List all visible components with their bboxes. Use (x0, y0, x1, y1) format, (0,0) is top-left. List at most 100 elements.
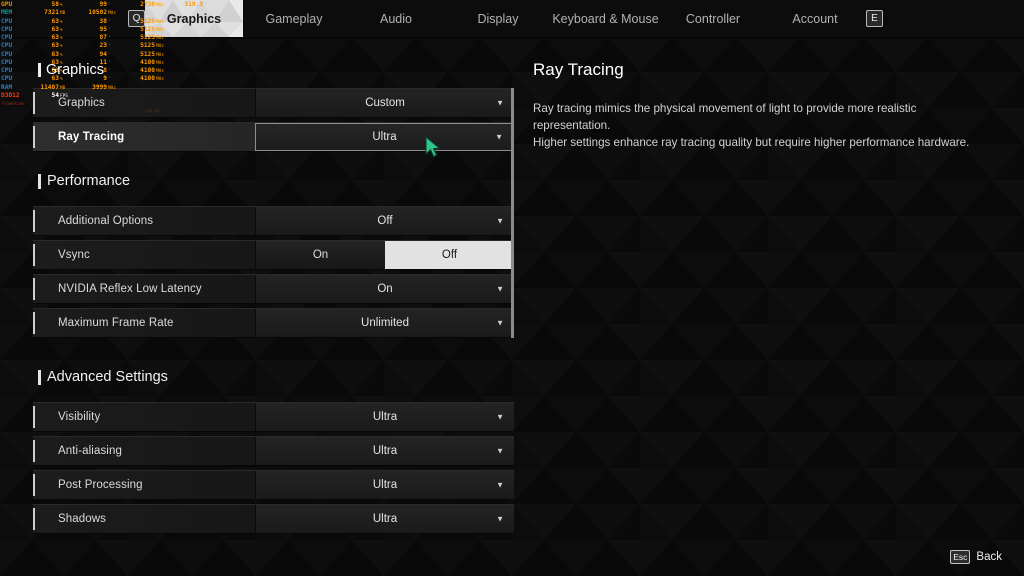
setting-row-visibility[interactable]: Visibility Ultra ▼ (33, 402, 514, 432)
stats-value-1: 63 (51, 25, 59, 33)
setting-value-post-processing[interactable]: Ultra ▼ (255, 471, 514, 499)
faint-artifact-text: ▮▮▮ ▮▮ (145, 108, 161, 113)
stats-value-2: 23 (99, 42, 107, 50)
stats-unit-3: MHz (156, 69, 164, 74)
stats-row: CPU 63% 23 ' 5125 MHz (1, 42, 215, 50)
group-title-advanced-settings: Advanced Settings (47, 369, 168, 385)
stats-value-4: 319.3 (184, 1, 203, 8)
mouse-cursor-icon (425, 135, 443, 165)
stats-fps-api: D3D12 (1, 91, 20, 99)
stats-unit-1: MB (60, 85, 66, 91)
next-tab-key-e[interactable]: E (866, 10, 883, 27)
row-accent (33, 440, 35, 462)
setting-label-ray-tracing: Ray Tracing (58, 131, 125, 143)
tab-list: Graphics Gameplay Audio Display Keyboard… (145, 0, 866, 37)
setting-row-anti-aliasing[interactable]: Anti-aliasing Ultra ▼ (33, 436, 514, 466)
stats-row-name: CPU (1, 34, 13, 41)
setting-value-maximum-frame-rate[interactable]: Unlimited ▼ (255, 309, 514, 337)
stats-unit-3: MHz (156, 27, 164, 33)
group-title-performance: Performance (47, 173, 131, 189)
stats-unit-1: % (60, 44, 63, 50)
setting-value-visibility[interactable]: Ultra ▼ (255, 403, 514, 431)
vsync-option-off[interactable]: Off (385, 241, 514, 269)
stats-value-1: 63 (51, 34, 59, 41)
group-title-graphics: Graphics (46, 62, 105, 78)
stats-value-1: 63 (51, 42, 59, 50)
setting-row-shadows[interactable]: Shadows Ultra ▼ (33, 504, 514, 534)
stats-row-name: CPU (1, 75, 13, 83)
setting-row-additional-options[interactable]: Additional Options Off ▼ (33, 206, 514, 236)
tab-gameplay-label: Gameplay (265, 11, 323, 26)
row-accent (33, 126, 35, 148)
stats-frametime-label: Frametime (2, 101, 25, 106)
stats-unit-2: ' (108, 3, 111, 8)
chevron-down-icon: ▼ (496, 412, 504, 422)
stats-unit-1: % (60, 52, 63, 58)
tab-keyboard-mouse-label: Keyboard & Mouse (552, 11, 659, 26)
stats-row: CPU 63% 87 ' 5125 MHz (1, 34, 215, 42)
stats-row: RAM 11407 MB 3999 MHz (1, 84, 215, 92)
stats-unit-2: ' (108, 36, 111, 41)
setting-value-ray-tracing[interactable]: Ultra ▼ (255, 123, 514, 151)
stats-value-2: 38 (99, 17, 107, 25)
setting-value-visibility-text: Ultra (372, 411, 398, 423)
stats-unit-3: MHz (156, 3, 164, 8)
stats-unit-3: MHz (156, 52, 164, 58)
tab-audio-label: Audio (380, 11, 412, 26)
tab-account[interactable]: Account (764, 0, 866, 37)
back-hint[interactable]: Esc Back (950, 550, 1002, 564)
vsync-option-on[interactable]: On (256, 241, 385, 269)
chevron-down-icon: ▼ (496, 216, 504, 226)
stats-value-1: 7321 (44, 9, 59, 17)
setting-value-nvidia-reflex-low-latency[interactable]: On ▼ (255, 275, 514, 303)
description-body: Ray tracing mimics the physical movement… (533, 102, 970, 149)
stats-row: MEM 7321 MB 10502 MHz (1, 9, 215, 17)
chevron-down-icon: ▼ (496, 480, 504, 490)
stats-fps-value: 54 (51, 91, 59, 99)
stats-row-name: CPU (1, 17, 13, 25)
stats-unit-2: ' (108, 52, 111, 58)
stats-row-name: CPU (1, 42, 13, 50)
setting-label-nvidia-reflex-low-latency: NVIDIA Reflex Low Latency (58, 283, 202, 295)
setting-toggle-vsync[interactable]: On Off (255, 241, 514, 269)
row-accent (33, 210, 35, 232)
stats-row-name: CPU (1, 58, 13, 66)
setting-value-shadows-text: Ultra (372, 513, 398, 525)
setting-value-shadows[interactable]: Ultra ▼ (255, 505, 514, 533)
stats-unit-3: MHz (156, 77, 164, 83)
setting-value-additional-options[interactable]: Off ▼ (255, 207, 514, 235)
chevron-down-icon: ▼ (496, 514, 504, 524)
setting-value-anti-aliasing[interactable]: Ultra ▼ (255, 437, 514, 465)
tab-display[interactable]: Display (447, 0, 549, 37)
stats-value-2: 99 (99, 1, 107, 8)
stats-unit-2: MHz (108, 11, 116, 17)
setting-value-ray-tracing-text: Ultra (372, 131, 397, 143)
setting-label-additional-options: Additional Options (58, 215, 154, 227)
stats-value-2: 94 (99, 50, 107, 58)
stats-value-2: 87 (99, 34, 107, 41)
settings-scrollbar[interactable] (511, 88, 514, 338)
group-accent-bar (38, 173, 41, 189)
stats-value-3: 5125 (140, 25, 155, 33)
setting-row-maximum-frame-rate[interactable]: Maximum Frame Rate Unlimited ▼ (33, 308, 514, 338)
tab-keyboard-mouse[interactable]: Keyboard & Mouse (549, 0, 662, 37)
stats-unit-2: ' (108, 19, 111, 25)
settings-group-performance: Performance Additional Options Off ▼ Vsy… (33, 166, 514, 338)
setting-label-shadows: Shadows (58, 513, 107, 525)
setting-value-graphics[interactable]: Custom ▼ (255, 89, 514, 117)
tab-audio[interactable]: Audio (345, 0, 447, 37)
stats-unit-3: MHz (156, 19, 164, 25)
row-accent (33, 508, 35, 530)
setting-row-post-processing[interactable]: Post Processing Ultra ▼ (33, 470, 514, 500)
tab-controller[interactable]: Controller (662, 0, 764, 37)
setting-row-nvidia-reflex-low-latency[interactable]: NVIDIA Reflex Low Latency On ▼ (33, 274, 514, 304)
group-accent-bar (38, 63, 41, 77)
stats-unit-3: MHz (156, 44, 164, 50)
stats-row: CPU 63% 8 ' 4100 MHz (1, 67, 215, 75)
stats-unit-3: MHz (156, 36, 164, 41)
stats-value-3: 4100 (140, 75, 155, 83)
stats-value-1: 63 (51, 50, 59, 58)
stats-value-1: 63 (51, 17, 59, 25)
tab-gameplay[interactable]: Gameplay (243, 0, 345, 37)
setting-row-vsync[interactable]: Vsync On Off (33, 240, 514, 270)
